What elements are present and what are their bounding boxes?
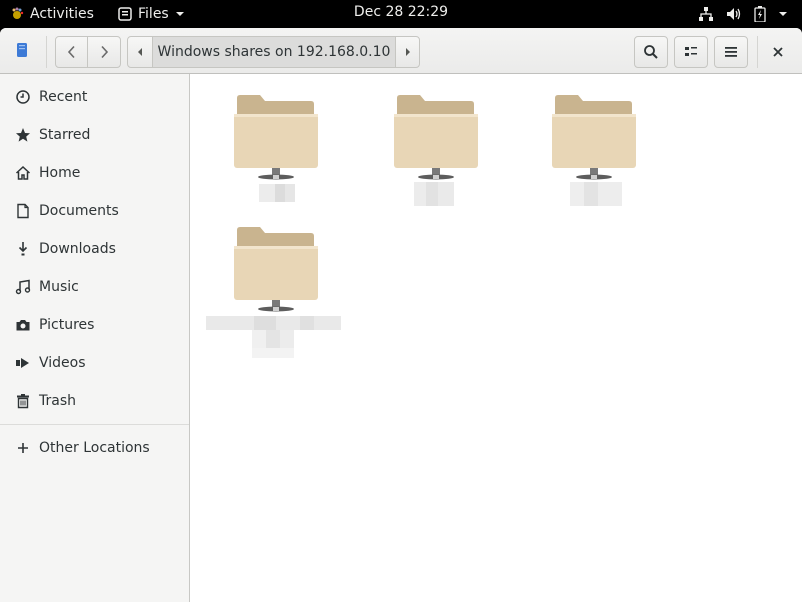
close-button[interactable]	[766, 36, 790, 68]
system-menu-chevron-icon	[779, 12, 787, 16]
sidebar-item-label: Documents	[39, 203, 119, 219]
clock-icon	[16, 90, 30, 104]
camera-icon	[16, 320, 30, 331]
sidebar-item-documents[interactable]: Documents	[0, 192, 189, 230]
sidebar: Recent Starred Home Documents Downloads …	[0, 74, 190, 602]
sidebar-item-trash[interactable]: Trash	[0, 382, 189, 420]
navigation-buttons	[55, 36, 121, 68]
close-icon	[773, 47, 783, 57]
sidebar-item-label: Downloads	[39, 241, 116, 257]
view-toggle-button[interactable]	[674, 36, 708, 68]
share-folder-item[interactable]	[544, 84, 644, 209]
redacted-name-block	[426, 182, 438, 206]
sidebar-item-recent[interactable]: Recent	[0, 78, 189, 116]
sidebar-item-other-locations[interactable]: Other Locations	[0, 429, 189, 467]
sidebar-item-label: Recent	[39, 89, 88, 105]
sidebar-item-label: Pictures	[39, 317, 95, 333]
video-icon	[16, 358, 29, 368]
header-separator-2	[757, 36, 758, 68]
files-window: Windows shares on 192.168.0.10 Recent St…	[0, 28, 802, 602]
sidebar-item-starred[interactable]: Starred	[0, 116, 189, 154]
share-folder-item[interactable]	[386, 84, 486, 209]
search-icon	[644, 45, 658, 59]
network-folder-icon	[234, 227, 318, 312]
triangle-right-icon	[405, 48, 410, 56]
volume-icon	[727, 8, 741, 20]
sidebar-item-label: Music	[39, 279, 79, 295]
network-folder-icon	[234, 95, 318, 180]
redacted-name-block	[570, 182, 584, 206]
path-label: Windows shares on 192.168.0.10	[157, 44, 391, 60]
redacted-name-block	[275, 184, 285, 202]
header-separator	[46, 36, 47, 68]
top-bar: Activities Files Dec 28 22:29	[0, 0, 802, 28]
sidebar-item-label: Trash	[39, 393, 76, 409]
files-app-icon	[118, 7, 132, 21]
redacted-name-block	[438, 182, 454, 206]
path-scroll-left-button[interactable]	[128, 37, 153, 67]
home-icon	[15, 165, 31, 180]
clock[interactable]: Dec 28 22:29	[354, 4, 448, 20]
back-button[interactable]	[56, 37, 88, 67]
app-menu[interactable]: Files	[118, 4, 185, 24]
battery-icon	[754, 6, 766, 22]
share-folder-item[interactable]	[226, 84, 326, 209]
sidebar-item-label: Home	[39, 165, 81, 181]
redacted-name-block	[252, 330, 266, 348]
list-view-icon	[685, 47, 697, 56]
path-scroll-right-button[interactable]	[395, 37, 419, 67]
music-icon	[15, 279, 31, 295]
activities-label: Activities	[30, 6, 94, 22]
gnome-foot-icon	[12, 7, 24, 19]
status-menu[interactable]	[698, 4, 788, 24]
sidebar-toggle[interactable]	[16, 42, 30, 62]
sidebar-item-home[interactable]: Home	[0, 154, 189, 192]
sidebar-item-downloads[interactable]: Downloads	[0, 230, 189, 268]
search-button[interactable]	[634, 36, 668, 68]
path-current-location[interactable]: Windows shares on 192.168.0.10	[153, 37, 395, 67]
redacted-name-block	[598, 182, 622, 206]
download-icon	[18, 242, 28, 256]
sidebar-item-music[interactable]: Music	[0, 268, 189, 306]
redacted-name-block	[259, 184, 275, 202]
chevron-down-icon	[175, 12, 184, 16]
hamburger-menu-icon	[725, 47, 737, 57]
star-icon	[16, 128, 30, 142]
sidebar-item-videos[interactable]: Videos	[0, 344, 189, 382]
trash-icon	[17, 394, 29, 409]
redacted-name-block	[254, 316, 276, 330]
triangle-left-icon	[138, 48, 142, 56]
redacted-name-block	[285, 184, 295, 202]
forward-button[interactable]	[88, 37, 120, 67]
file-view	[190, 74, 802, 602]
network-folder-icon	[394, 95, 478, 180]
app-menu-label: Files	[138, 6, 169, 22]
path-bar: Windows shares on 192.168.0.10	[127, 36, 420, 68]
sidebar-divider	[0, 424, 189, 425]
share-folder-item[interactable]	[206, 216, 341, 366]
redacted-name-block	[584, 182, 598, 206]
sidebar-item-label: Starred	[39, 127, 91, 143]
redacted-name-block	[280, 330, 294, 348]
redacted-name-block	[252, 348, 294, 358]
chevron-right-icon	[101, 45, 109, 59]
document-icon	[17, 203, 29, 219]
sidebar-item-label: Other Locations	[39, 440, 150, 456]
chevron-left-icon	[67, 45, 75, 59]
sidebar-item-label: Videos	[39, 355, 86, 371]
menu-button[interactable]	[714, 36, 748, 68]
header-bar: Windows shares on 192.168.0.10	[0, 28, 802, 74]
network-icon	[699, 7, 713, 21]
plus-icon	[18, 443, 28, 453]
redacted-name-block	[414, 182, 426, 206]
redacted-name-block	[266, 330, 280, 348]
network-folder-icon	[552, 95, 636, 180]
activities-button[interactable]: Activities	[10, 4, 94, 24]
sidebar-item-pictures[interactable]: Pictures	[0, 306, 189, 344]
redacted-name-block	[300, 316, 314, 330]
sidebar-icon	[17, 43, 27, 57]
